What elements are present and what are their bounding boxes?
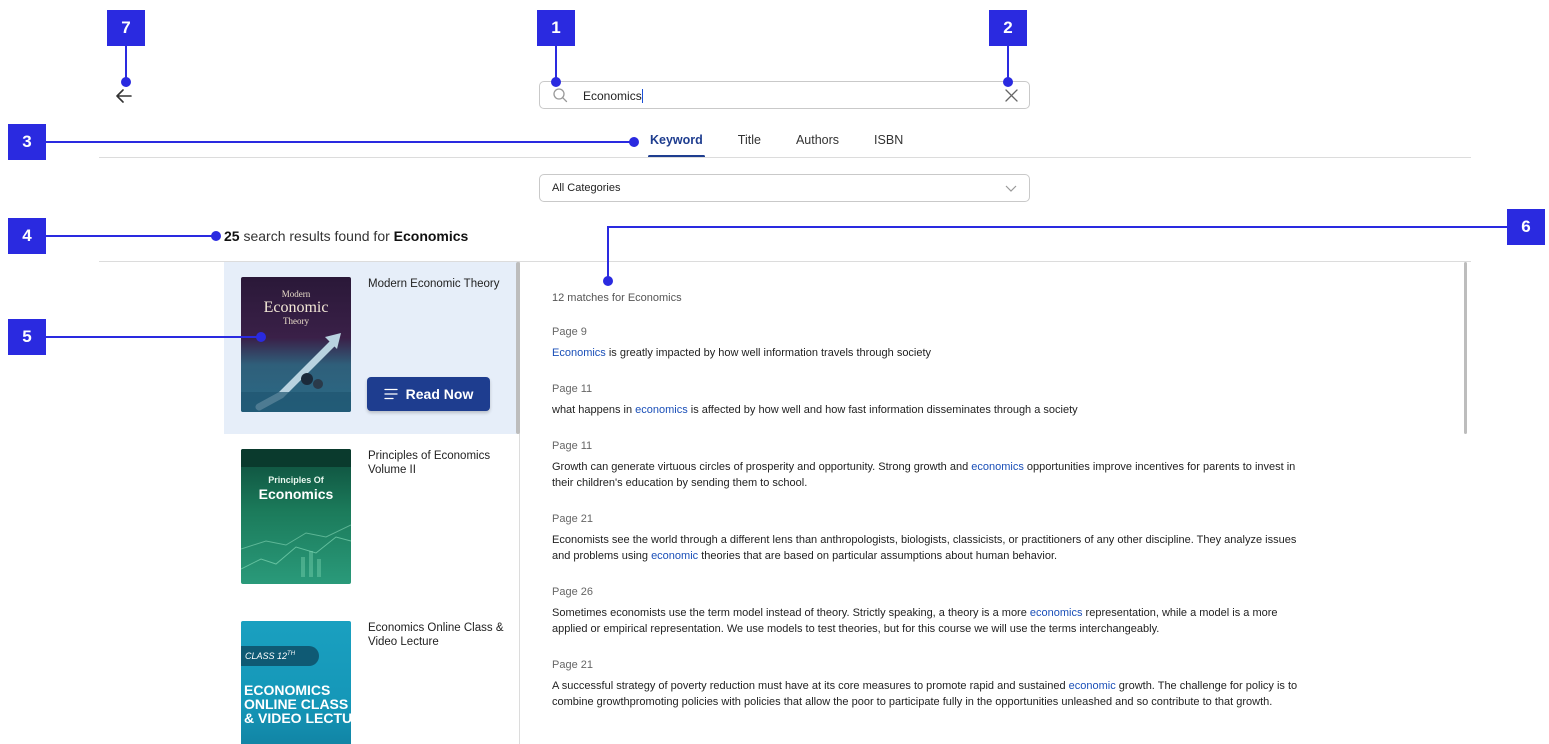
callout-dot-1	[551, 77, 561, 87]
snippet-highlight: economics	[635, 404, 688, 416]
snippet-text-before: A successful strategy of poverty reducti…	[552, 680, 1069, 692]
match-count: 12 matches for Economics	[552, 292, 682, 304]
match-item[interactable]: Page 21 A successful strategy of poverty…	[552, 659, 1312, 710]
callout-line-3	[46, 141, 636, 143]
snippet-highlight: Economics	[552, 347, 606, 359]
tabs-divider	[99, 157, 1471, 158]
cover-badge-sup: TH	[287, 651, 296, 657]
result-item-economics-online-class[interactable]: CLASS 12TH ECONOMICS ONLINE CLASS & VIDE…	[224, 606, 517, 744]
menu-lines-icon	[384, 388, 398, 400]
match-item[interactable]: Page 21 Economists see the world through…	[552, 513, 1312, 564]
callout-badge-5: 5	[8, 319, 46, 355]
tab-isbn[interactable]: ISBN	[874, 127, 903, 158]
search-input[interactable]	[583, 86, 983, 105]
callout-dot-5	[256, 332, 266, 342]
results-list: Modern Economic Theory Modern Economic T…	[224, 262, 517, 744]
snippet-text-before: Growth can generate virtuous circles of …	[552, 461, 972, 473]
match-snippet: A successful strategy of poverty reducti…	[552, 678, 1312, 710]
match-item[interactable]: Page 26 Sometimes economists use the ter…	[552, 586, 1312, 637]
book-cover: Principles Of Economics	[241, 449, 351, 584]
callout-line-6-vertical	[607, 226, 609, 280]
match-page-number: Page 21	[552, 513, 593, 525]
tab-keyword[interactable]: Keyword	[648, 127, 705, 158]
read-now-button[interactable]: Read Now	[367, 377, 490, 411]
callout-badge-4: 4	[8, 218, 46, 254]
callout-dot-6	[603, 276, 613, 286]
cover-text-line-1: ECONOMICS	[244, 682, 331, 698]
snippet-text-after: theories that are based on particular as…	[698, 550, 1058, 562]
results-list-scrollbar[interactable]	[516, 262, 520, 434]
callout-badge-3: 3	[8, 124, 46, 160]
book-title: Modern Economic Theory	[368, 278, 500, 290]
results-summary-text: search results found for	[239, 228, 394, 244]
book-title: Principles of Economics Volume II	[368, 450, 491, 476]
chevron-down-icon	[1005, 185, 1017, 192]
match-snippet: Economics is greatly impacted by how wel…	[552, 345, 1312, 361]
callout-dot-2	[1003, 77, 1013, 87]
cover-text-line-3: & VIDEO LECTU	[244, 710, 351, 726]
match-item[interactable]: Page 9 Economics is greatly impacted by …	[552, 326, 1312, 361]
cover-text-top: Modern	[281, 289, 311, 299]
callout-badge-6: 6	[1507, 209, 1545, 245]
book-cover: Modern Economic Theory	[241, 277, 351, 412]
cover-badge: CLASS 12TH	[241, 646, 319, 666]
cover-art-chart	[241, 449, 351, 577]
category-dropdown[interactable]: All Categories	[539, 174, 1030, 202]
cover-text-top: Principles Of	[268, 475, 324, 485]
callout-dot-3	[629, 137, 639, 147]
results-summary: 25 search results found for Economics	[224, 228, 468, 244]
match-snippet: Economists see the world through a diffe…	[552, 532, 1312, 564]
snippet-text-before: Sometimes economists use the term model …	[552, 607, 1030, 619]
snippet-highlight: economic	[651, 550, 699, 562]
match-snippet: Sometimes economists use the term model …	[552, 605, 1312, 637]
results-search-term: Economics	[393, 228, 469, 244]
book-cover: CLASS 12TH ECONOMICS ONLINE CLASS & VIDE…	[241, 621, 351, 744]
cover-text-line-2: ONLINE CLASS	[244, 696, 349, 712]
search-mode-tabs: Keyword Title Authors ISBN	[639, 127, 938, 158]
match-snippet: Growth can generate virtuous circles of …	[552, 459, 1312, 491]
result-item-modern-economic-theory[interactable]: Modern Economic Theory Modern Economic T…	[224, 262, 517, 434]
cover-text-sub: Theory	[283, 316, 309, 326]
cover-text-main: Economic	[263, 299, 329, 316]
snippet-text-after: is greatly impacted by how well informat…	[605, 347, 932, 359]
callout-line-4	[46, 235, 216, 237]
text-caret	[642, 89, 643, 103]
matches-panel-scrollbar[interactable]	[1464, 262, 1467, 434]
callout-line-6	[608, 226, 1507, 228]
read-now-label: Read Now	[405, 386, 474, 402]
close-icon[interactable]	[1004, 88, 1019, 103]
callout-badge-1: 1	[537, 10, 575, 46]
result-item-principles-of-economics[interactable]: Principles Of Economics Principles of Ec…	[224, 434, 517, 606]
snippet-text-before: what happens in	[552, 404, 636, 416]
search-bar[interactable]	[539, 81, 1030, 109]
back-button[interactable]	[112, 84, 136, 108]
cover-badge-text: CLASS 12	[245, 651, 288, 661]
search-icon	[553, 88, 568, 103]
snippet-highlight: economic	[1068, 680, 1116, 692]
cover-text-main: Economics	[258, 486, 334, 502]
match-page-number: Page 11	[552, 383, 593, 395]
book-title: Economics Online Class & Video Lecture	[368, 622, 504, 648]
match-item[interactable]: Page 11 Growth can generate virtuous cir…	[552, 440, 1312, 491]
category-selected-value: All Categories	[552, 182, 621, 194]
match-page-number: Page 26	[552, 586, 593, 598]
callout-badge-7: 7	[107, 10, 145, 46]
callout-dot-7	[121, 77, 131, 87]
arrow-left-icon	[116, 89, 132, 103]
tab-title[interactable]: Title	[738, 127, 761, 158]
match-page-number: Page 21	[552, 659, 593, 671]
matches-panel: 12 matches for Economics Page 9 Economic…	[552, 292, 1312, 732]
match-page-number: Page 11	[552, 440, 593, 452]
snippet-highlight: economics	[971, 461, 1024, 473]
callout-dot-4	[211, 231, 221, 241]
callout-badge-2: 2	[989, 10, 1027, 46]
match-page-number: Page 9	[552, 326, 587, 338]
snippet-text-after: is affected by how well and how fast inf…	[687, 404, 1078, 416]
snippet-highlight: economics	[1029, 607, 1083, 619]
results-count: 25	[224, 228, 240, 244]
callout-line-5	[46, 336, 262, 338]
match-snippet: what happens in economics is affected by…	[552, 402, 1312, 418]
match-item[interactable]: Page 11 what happens in economics is aff…	[552, 383, 1312, 418]
tab-authors[interactable]: Authors	[796, 127, 839, 158]
